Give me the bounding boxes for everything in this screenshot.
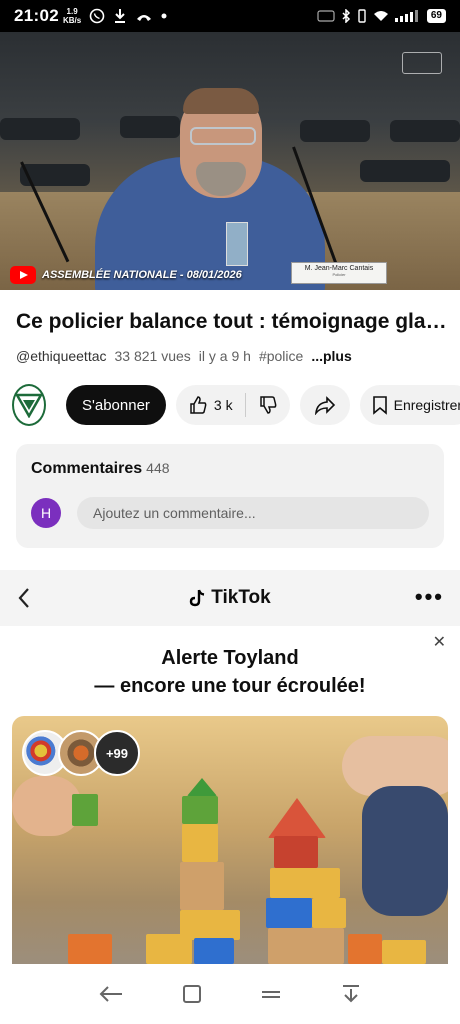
video-scene bbox=[0, 118, 80, 140]
more-link[interactable]: ...plus bbox=[311, 348, 351, 364]
missed-call-icon bbox=[137, 15, 152, 21]
more-icon[interactable]: ••• bbox=[415, 584, 444, 610]
ad-header: TikTok ••• bbox=[0, 570, 460, 626]
save-button[interactable]: Enregistrer bbox=[359, 385, 460, 425]
video-caption: ASSEMBLÉE NATIONALE - 08/01/2026 bbox=[10, 266, 242, 284]
share-icon bbox=[314, 396, 335, 415]
video-info: Ce policier balance tout : témoignage gl… bbox=[0, 290, 460, 570]
channel-handle[interactable]: @ethiqueettac bbox=[16, 348, 107, 364]
ad-headline-line1: Alerte Toyland bbox=[161, 647, 299, 669]
ad-image[interactable]: +99 bbox=[12, 716, 448, 964]
upload-age: il y a 9 h bbox=[198, 348, 251, 364]
nameplate: M. Jean-Marc Cantais Policier bbox=[291, 262, 387, 284]
like-icon[interactable] bbox=[188, 395, 208, 415]
whatsapp-icon bbox=[89, 8, 105, 24]
battery-icon: 69 bbox=[426, 9, 446, 23]
shield-logo-icon bbox=[14, 393, 44, 418]
tiktok-brand: TikTok bbox=[189, 587, 271, 609]
wifi-icon bbox=[373, 11, 388, 21]
dislike-icon[interactable] bbox=[258, 395, 278, 415]
user-avatar: H bbox=[31, 498, 61, 528]
comments-panel[interactable]: Commentaires 448 H Ajoutez un commentaire… bbox=[16, 444, 444, 548]
like-count: 3 k bbox=[213, 397, 233, 413]
system-nav-bar bbox=[0, 964, 460, 1024]
hide-keyboard-nav-icon[interactable] bbox=[340, 983, 362, 1005]
chevron-left-icon[interactable] bbox=[16, 586, 32, 610]
assemblee-logo-icon bbox=[402, 52, 442, 74]
status-bar: 21:02 1.9 KB/s 69 bbox=[0, 0, 460, 32]
video-caption-text: ASSEMBLÉE NATIONALE - 08/01/2026 bbox=[42, 269, 242, 281]
signal-icon bbox=[394, 10, 418, 22]
back-nav-icon[interactable] bbox=[98, 984, 124, 1004]
comments-count: 448 bbox=[146, 460, 170, 476]
recents-nav-icon[interactable] bbox=[259, 984, 283, 1004]
network-speed-value: 1.9 bbox=[66, 7, 78, 16]
like-dislike-group: 3 k bbox=[175, 385, 290, 425]
video-meta[interactable]: @ethiqueettac 33 821 vues il y a 9 h #po… bbox=[16, 348, 352, 364]
bookmark-icon bbox=[372, 396, 387, 415]
dot-icon bbox=[161, 13, 167, 19]
channel-avatar[interactable] bbox=[12, 384, 46, 426]
subscribe-button[interactable]: S'abonner bbox=[66, 385, 166, 425]
network-speed-unit: KB/s bbox=[62, 16, 82, 25]
home-nav-icon[interactable] bbox=[181, 983, 203, 1005]
comments-header: Commentaires 448 bbox=[31, 460, 170, 478]
ad-body[interactable]: ✕ Alerte Toyland — encore une tour écrou… bbox=[0, 626, 460, 964]
participant-avatars: +99 bbox=[22, 730, 140, 776]
youtube-logo-icon bbox=[10, 266, 36, 284]
video-title[interactable]: Ce policier balance tout : témoignage gl… bbox=[16, 310, 448, 334]
comment-input[interactable]: Ajoutez un commentaire... bbox=[77, 497, 429, 529]
status-time: 21:02 bbox=[14, 6, 59, 25]
nameplate-name: M. Jean-Marc Cantais bbox=[304, 265, 374, 272]
bluetooth-icon bbox=[342, 9, 350, 23]
action-bar: S'abonner 3 k Enregistrer bbox=[12, 383, 460, 427]
network-speed: 1.9 KB/s bbox=[63, 7, 81, 25]
participant-count: +99 bbox=[94, 730, 140, 776]
vibrate-icon bbox=[358, 9, 366, 23]
ad-headline-line2: — encore une tour écroulée! bbox=[94, 675, 366, 697]
tiktok-logo-icon bbox=[190, 589, 205, 607]
ad-headline: Alerte Toyland — encore une tour écroulé… bbox=[0, 644, 460, 700]
nfc-icon bbox=[317, 10, 335, 22]
share-button[interactable] bbox=[299, 385, 350, 425]
download-icon bbox=[115, 9, 126, 23]
view-count: 33 821 vues bbox=[114, 348, 191, 364]
nameplate-role: Policier bbox=[332, 272, 346, 277]
video-player[interactable]: M. Jean-Marc Cantais Policier ASSEMBLÉE … bbox=[0, 32, 460, 290]
hashtag[interactable]: #police bbox=[259, 348, 303, 364]
tiktok-brand-label: TikTok bbox=[211, 587, 271, 608]
save-label: Enregistrer bbox=[393, 397, 460, 413]
comments-title: Commentaires bbox=[31, 460, 143, 477]
